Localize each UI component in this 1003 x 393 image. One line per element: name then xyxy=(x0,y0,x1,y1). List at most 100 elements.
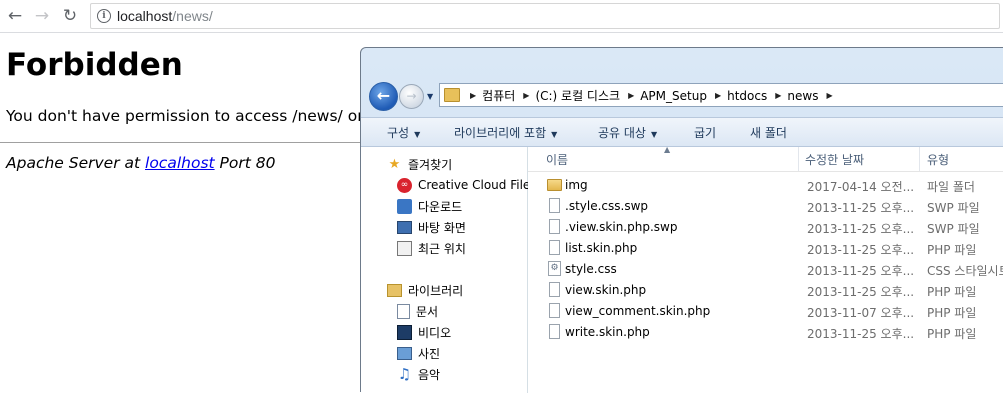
command-bar: 구성 ▼ 라이브러리에 포함 ▼ 공유 대상 ▼ 굽기 새 폴더 xyxy=(361,117,1003,147)
file-row[interactable]: ⚙ style.css 2013-11-25 오후... CSS 스타일시트 xyxy=(528,259,1003,280)
library-icon xyxy=(387,283,402,297)
column-divider[interactable] xyxy=(919,147,920,171)
css-file-icon: ⚙ xyxy=(548,261,561,276)
file-name: .style.css.swp xyxy=(565,199,649,213)
column-modified[interactable]: 수정한 날짜 xyxy=(805,151,864,168)
page-title: Forbidden xyxy=(6,47,183,83)
creative-cloud-icon: ∞ xyxy=(397,177,412,193)
chevron-right-icon[interactable]: ▶ xyxy=(826,91,832,100)
browser-toolbar: ← → ↻ i localhost/news/ xyxy=(0,0,1003,33)
file-row[interactable]: view.skin.php 2013-11-25 오후... PHP 파일 xyxy=(528,280,1003,301)
column-divider[interactable] xyxy=(798,147,799,171)
sort-arrow-icon: ▲ xyxy=(664,145,671,154)
burn-button[interactable]: 굽기 xyxy=(694,124,716,141)
file-name: .view.skin.php.swp xyxy=(565,220,678,234)
folder-icon xyxy=(547,179,562,191)
chevron-right-icon[interactable]: ▶ xyxy=(470,91,476,100)
share-label: 공유 대상 xyxy=(598,126,646,140)
reload-icon[interactable]: ↻ xyxy=(60,6,80,26)
file-date: 2013-11-25 오후... xyxy=(807,243,915,257)
file-date: 2013-11-25 오후... xyxy=(807,285,915,299)
file-type: PHP 파일 xyxy=(927,327,977,341)
breadcrumb-apm-setup[interactable]: APM_Setup xyxy=(640,89,707,103)
history-dropdown-icon[interactable]: ▼ xyxy=(427,92,433,101)
share-menu[interactable]: 공유 대상 ▼ xyxy=(598,124,657,141)
nav-label: 라이브러리 xyxy=(408,283,464,298)
url-text[interactable]: localhost/news/ xyxy=(117,8,213,24)
nav-downloads[interactable]: 다운로드 xyxy=(397,197,462,215)
server-host-link[interactable]: localhost xyxy=(145,154,215,172)
include-library-label: 라이브러리에 포함 xyxy=(454,126,547,140)
file-icon xyxy=(549,303,560,318)
file-row[interactable]: .view.skin.php.swp 2013-11-25 오후... SWP … xyxy=(528,217,1003,238)
explorer-forward-button[interactable]: → xyxy=(399,84,424,109)
chevron-down-icon: ▼ xyxy=(414,130,421,139)
explorer-window: ← → ▼ ▶ 컴퓨터 ▶ (C:) 로컬 디스크 ▶ APM_Setup ▶ … xyxy=(360,47,1003,393)
breadcrumb-htdocs[interactable]: htdocs xyxy=(727,89,767,103)
include-library-menu[interactable]: 라이브러리에 포함 ▼ xyxy=(454,124,557,141)
file-row[interactable]: list.skin.php 2013-11-25 오후... PHP 파일 xyxy=(528,238,1003,259)
nav-label: 최근 위치 xyxy=(418,241,466,256)
chevron-down-icon: ▼ xyxy=(551,130,558,139)
server-suffix: Port 80 xyxy=(214,154,276,172)
nav-videos[interactable]: 비디오 xyxy=(397,323,451,341)
breadcrumb[interactable]: ▶ 컴퓨터 ▶ (C:) 로컬 디스크 ▶ APM_Setup ▶ htdocs… xyxy=(439,83,1003,107)
info-icon[interactable]: i xyxy=(97,9,111,23)
column-header-row: ▲ 이름 수정한 날짜 유형 xyxy=(528,145,1003,172)
file-name: list.skin.php xyxy=(565,241,638,255)
chevron-right-icon[interactable]: ▶ xyxy=(715,91,721,100)
nav-creative-cloud[interactable]: ∞ Creative Cloud Files xyxy=(397,176,537,194)
breadcrumb-computer[interactable]: 컴퓨터 xyxy=(482,87,515,104)
folder-icon xyxy=(444,88,460,102)
downloads-folder-icon xyxy=(397,198,412,214)
nav-label: 바탕 화면 xyxy=(418,220,466,235)
organize-menu[interactable]: 구성 ▼ xyxy=(387,124,420,141)
nav-music[interactable]: ♫ 음악 xyxy=(397,365,440,383)
file-icon xyxy=(549,282,560,297)
file-name: view.skin.php xyxy=(565,283,647,297)
nav-label: 즐겨찾기 xyxy=(408,157,453,172)
new-folder-button[interactable]: 새 폴더 xyxy=(750,124,787,141)
chevron-right-icon[interactable]: ▶ xyxy=(628,91,634,100)
back-arrow-icon[interactable]: ← xyxy=(5,6,25,26)
divider xyxy=(0,142,360,143)
file-icon xyxy=(549,240,560,255)
organize-label: 구성 xyxy=(387,126,410,140)
forward-arrow-icon[interactable]: → xyxy=(32,6,52,26)
url-host: localhost xyxy=(117,8,173,24)
file-row[interactable]: img 2017-04-14 오전... 파일 폴더 xyxy=(528,175,1003,196)
breadcrumb-local-disk[interactable]: (C:) 로컬 디스크 xyxy=(535,87,620,104)
nav-pictures[interactable]: 사진 xyxy=(397,344,440,362)
column-type[interactable]: 유형 xyxy=(927,151,949,168)
file-type: CSS 스타일시트 xyxy=(927,264,1003,278)
star-icon: ★ xyxy=(388,156,401,172)
file-row[interactable]: view_comment.skin.php 2013-11-07 오후... P… xyxy=(528,301,1003,322)
nav-favorites[interactable]: ★ 즐겨찾기 xyxy=(387,155,453,173)
explorer-back-button[interactable]: ← xyxy=(369,82,398,111)
file-type: SWP 파일 xyxy=(927,201,980,215)
file-row[interactable]: write.skin.php 2013-11-25 오후... PHP 파일 xyxy=(528,322,1003,343)
file-type: PHP 파일 xyxy=(927,306,977,320)
nav-label: 음악 xyxy=(418,367,441,382)
column-name[interactable]: 이름 xyxy=(546,151,568,168)
nav-documents[interactable]: 문서 xyxy=(397,302,438,320)
breadcrumb-news[interactable]: news xyxy=(787,89,818,103)
chevron-right-icon[interactable]: ▶ xyxy=(775,91,781,100)
nav-label: 비디오 xyxy=(418,325,452,340)
file-date: 2013-11-25 오후... xyxy=(807,222,915,236)
file-type: PHP 파일 xyxy=(927,243,977,257)
chevron-right-icon[interactable]: ▶ xyxy=(523,91,529,100)
error-message: You don't have permission to access /new… xyxy=(6,107,379,125)
file-name: write.skin.php xyxy=(565,325,650,339)
file-icon xyxy=(549,219,560,234)
chevron-down-icon: ▼ xyxy=(650,130,658,139)
nav-libraries[interactable]: 라이브러리 xyxy=(387,281,463,299)
video-icon xyxy=(397,324,412,340)
file-date: 2013-11-25 오후... xyxy=(807,264,915,278)
nav-recent[interactable]: 최근 위치 xyxy=(397,239,466,257)
navigation-pane: ★ 즐겨찾기 ∞ Creative Cloud Files 다운로드 바탕 화면 최… xyxy=(361,147,537,393)
desktop-icon xyxy=(397,220,412,234)
address-bar[interactable]: i localhost/news/ xyxy=(90,3,1000,29)
nav-desktop[interactable]: 바탕 화면 xyxy=(397,218,466,236)
file-row[interactable]: .style.css.swp 2013-11-25 오후... SWP 파일 xyxy=(528,196,1003,217)
